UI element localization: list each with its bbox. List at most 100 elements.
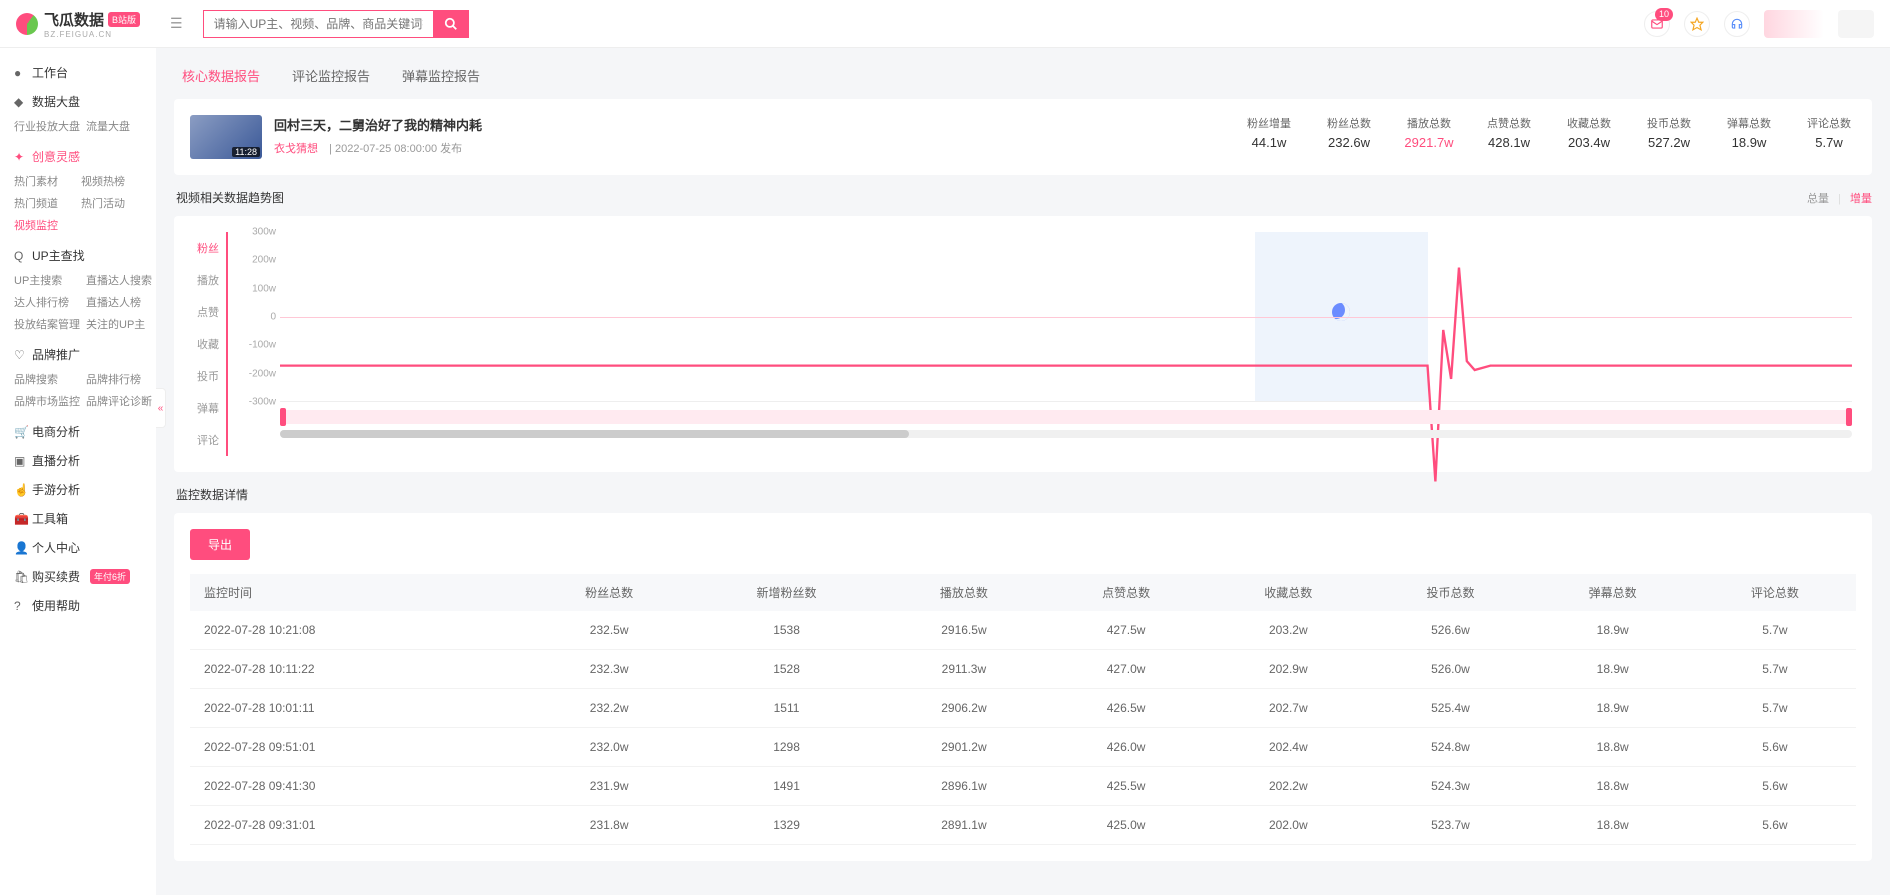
star-icon xyxy=(1690,17,1704,31)
metric-tab-弹幕[interactable]: 弹幕 xyxy=(190,392,226,424)
stat-播放总数: 播放总数2921.7w xyxy=(1402,115,1456,150)
range-slider[interactable] xyxy=(280,410,1852,424)
table-row: 2022-07-28 09:41:30231.9w14912896.1w425.… xyxy=(190,767,1856,806)
metric-tab-投币[interactable]: 投币 xyxy=(190,360,226,392)
subnav-品牌排行榜[interactable]: 品牌排行榜 xyxy=(86,371,152,387)
metric-tab-播放[interactable]: 播放 xyxy=(190,264,226,296)
user-extra[interactable] xyxy=(1838,10,1874,38)
nav-电商分析[interactable]: 🛒电商分析 xyxy=(0,417,156,446)
video-publish: | 2022-07-25 08:00:00 发布 xyxy=(329,143,462,155)
stat-弹幕总数: 弹幕总数18.9w xyxy=(1722,115,1776,150)
y-tick: -200w xyxy=(249,368,276,379)
nav-icon: ✦ xyxy=(14,150,26,164)
nav-icon: ? xyxy=(14,599,26,613)
scrollbar-thumb[interactable] xyxy=(280,430,909,438)
promo-badge: 年付6折 xyxy=(90,569,130,584)
nav-工具箱[interactable]: 🧰工具箱 xyxy=(0,504,156,533)
logo[interactable]: 飞瓜数据 B站版 BZ.FEIGUA.CN xyxy=(16,9,140,39)
mode-delta[interactable]: 增量 xyxy=(1850,193,1872,205)
nav-购买续费[interactable]: 🛍购买续费年付6折 xyxy=(0,562,156,591)
metric-tab-评论[interactable]: 评论 xyxy=(190,424,226,456)
export-button[interactable]: 导出 xyxy=(190,529,250,560)
metric-tab-收藏[interactable]: 收藏 xyxy=(190,328,226,360)
col-评论总数: 评论总数 xyxy=(1694,574,1856,611)
sidebar-collapse-handle[interactable]: « xyxy=(156,388,166,428)
y-tick: -100w xyxy=(249,340,276,351)
subnav-直播达人搜索[interactable]: 直播达人搜索 xyxy=(86,272,152,288)
chart-plot[interactable] xyxy=(280,232,1852,402)
brand-badge: B站版 xyxy=(108,12,140,27)
col-粉丝总数: 粉丝总数 xyxy=(528,574,690,611)
nav-工作台[interactable]: ●工作台 xyxy=(0,58,156,87)
metric-tab-点赞[interactable]: 点赞 xyxy=(190,296,226,328)
col-投币总数: 投币总数 xyxy=(1369,574,1531,611)
col-新增粉丝数: 新增粉丝数 xyxy=(690,574,883,611)
subnav-直播达人榜[interactable]: 直播达人榜 xyxy=(86,294,152,310)
subnav-UP主搜索[interactable]: UP主搜索 xyxy=(14,272,80,288)
nav-直播分析[interactable]: ▣直播分析 xyxy=(0,446,156,475)
metric-tab-粉丝[interactable]: 粉丝 xyxy=(190,232,226,264)
chart-line xyxy=(280,232,1852,499)
sidebar: ●工作台◆数据大盘行业投放大盘流量大盘 ✦创意灵感热门素材视频热榜热门频道热门活动… xyxy=(0,48,156,895)
tab-核心数据报告[interactable]: 核心数据报告 xyxy=(182,66,260,85)
subnav-达人排行榜[interactable]: 达人排行榜 xyxy=(14,294,80,310)
video-author[interactable]: 衣戈猜想 xyxy=(274,143,318,155)
nav-数据大盘[interactable]: ◆数据大盘 xyxy=(0,87,156,116)
subnav-流量大盘[interactable]: 流量大盘 xyxy=(86,118,142,134)
mail-button[interactable]: 10 xyxy=(1644,11,1670,37)
col-点赞总数: 点赞总数 xyxy=(1045,574,1207,611)
tab-评论监控报告[interactable]: 评论监控报告 xyxy=(292,66,370,85)
table-row: 2022-07-28 10:11:22232.3w15282911.3w427.… xyxy=(190,650,1856,689)
nav-手游分析[interactable]: ☝手游分析 xyxy=(0,475,156,504)
detail-table: 监控时间粉丝总数新增粉丝数播放总数点赞总数收藏总数投币总数弹幕总数评论总数 20… xyxy=(190,574,1856,845)
support-button[interactable] xyxy=(1724,11,1750,37)
nav-icon: 🛍 xyxy=(14,570,26,584)
chart-scrollbar[interactable] xyxy=(280,430,1852,438)
nav-icon: 🧰 xyxy=(14,512,26,526)
video-thumbnail[interactable]: 11:28 xyxy=(190,115,262,159)
slider-handle-right[interactable] xyxy=(1846,408,1852,426)
nav-创意灵感[interactable]: ✦创意灵感 xyxy=(0,142,156,171)
report-tabs: 核心数据报告 评论监控报告 弹幕监控报告 xyxy=(174,48,1872,99)
tab-弹幕监控报告[interactable]: 弹幕监控报告 xyxy=(402,66,480,85)
subnav-投放结案管理[interactable]: 投放结案管理 xyxy=(14,316,80,332)
col-弹幕总数: 弹幕总数 xyxy=(1532,574,1694,611)
subnav-热门活动[interactable]: 热门活动 xyxy=(81,195,142,211)
subnav-行业投放大盘[interactable]: 行业投放大盘 xyxy=(14,118,80,134)
col-监控时间: 监控时间 xyxy=(190,574,528,611)
subnav-关注的UP主[interactable]: 关注的UP主 xyxy=(86,316,152,332)
slider-handle-left[interactable] xyxy=(280,408,286,426)
search-button[interactable] xyxy=(433,10,469,38)
nav-UP主查找[interactable]: QUP主查找 xyxy=(0,241,156,270)
chart-title-row: 视频相关数据趋势图 总量 | 增量 xyxy=(176,189,1872,206)
table-row: 2022-07-28 10:01:11232.2w15112906.2w426.… xyxy=(190,689,1856,728)
y-tick: 200w xyxy=(252,255,276,266)
mode-total[interactable]: 总量 xyxy=(1807,193,1829,205)
nav-使用帮助[interactable]: ?使用帮助 xyxy=(0,591,156,620)
subnav-热门频道[interactable]: 热门频道 xyxy=(14,195,75,211)
subnav-品牌搜索[interactable]: 品牌搜索 xyxy=(14,371,80,387)
nav-icon: ♡ xyxy=(14,348,26,362)
search-input[interactable] xyxy=(203,10,433,38)
nav-品牌推广[interactable]: ♡品牌推广 xyxy=(0,340,156,369)
nav-icon: Q xyxy=(14,249,26,263)
chart-card: 粉丝播放点赞收藏投币弹幕评论 300w200w100w0-100w-200w-3… xyxy=(174,216,1872,472)
stat-评论总数: 评论总数5.7w xyxy=(1802,115,1856,150)
main: 核心数据报告 评论监控报告 弹幕监控报告 11:28 回村三天，二舅治好了我的精神内… xyxy=(156,48,1890,895)
top-right: 10 xyxy=(1644,10,1874,38)
table-row: 2022-07-28 09:51:01232.0w12982901.2w426.… xyxy=(190,728,1856,767)
sidebar-toggle-icon[interactable]: ☰ xyxy=(170,15,183,32)
notify-count: 10 xyxy=(1655,8,1673,21)
y-tick: 0 xyxy=(270,312,276,323)
subnav-品牌市场监控[interactable]: 品牌市场监控 xyxy=(14,393,80,409)
metric-tabs: 粉丝播放点赞收藏投币弹幕评论 xyxy=(190,232,228,456)
star-button[interactable] xyxy=(1684,11,1710,37)
subnav-品牌评论诊断[interactable]: 品牌评论诊断 xyxy=(86,393,152,409)
nav-个人中心[interactable]: 👤个人中心 xyxy=(0,533,156,562)
video-title[interactable]: 回村三天，二舅治好了我的精神内耗 xyxy=(274,115,1242,134)
subnav-热门素材[interactable]: 热门素材 xyxy=(14,173,75,189)
subnav-视频热榜[interactable]: 视频热榜 xyxy=(81,173,142,189)
subnav-视频监控[interactable]: 视频监控 xyxy=(14,217,75,233)
chart-mode-toggle: 总量 | 增量 xyxy=(1807,190,1872,206)
avatar[interactable] xyxy=(1764,10,1824,38)
